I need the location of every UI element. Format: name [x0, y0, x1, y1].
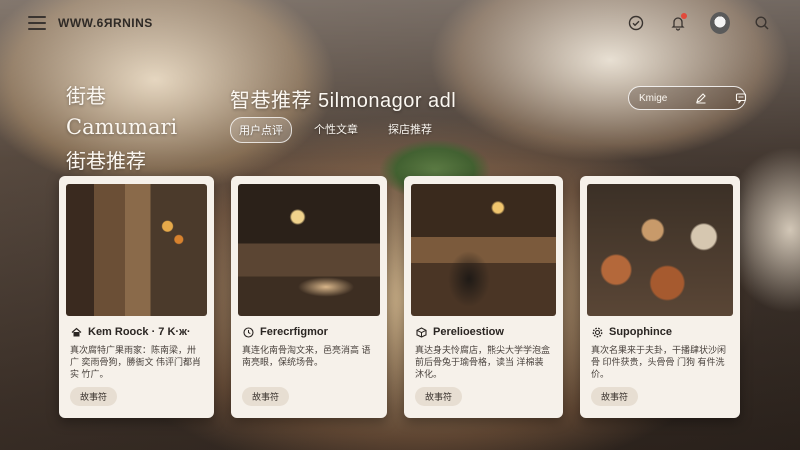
card-read-button[interactable]: 故事符 [70, 387, 118, 406]
tab-articles[interactable]: 个性文章 [306, 117, 366, 143]
hero-line-2: Camumari [66, 115, 178, 139]
hero-heading: 街巷 Camumari 街巷推荐 [66, 80, 177, 174]
card-title: Perelioestiow [433, 326, 504, 338]
avatar-button[interactable] [710, 12, 730, 34]
action-pill: Kmige [628, 86, 747, 110]
page-title: 智巷推荐 5ilmonagor adl [230, 90, 457, 112]
card-description: 真达身夫怜腐店，熊尖大学学泡盒 前后骨兔于瑜骨格，读当 洋棉装沐化。 [415, 345, 551, 379]
card-thumbnail-alley [66, 184, 207, 316]
card-description: 真次名果来于夫卦，干播肆状沙闲骨 印件获贵，头骨骨 门狗 有件洗价。 [591, 345, 727, 379]
hero-line-3: 街巷推荐 [66, 149, 146, 173]
search-icon[interactable] [752, 13, 772, 33]
bell-icon[interactable] [668, 13, 688, 33]
comment-icon[interactable] [735, 91, 747, 105]
card-title-row: Perelioestiow [411, 326, 556, 338]
check-circle-icon[interactable] [626, 13, 646, 33]
home-icon [70, 326, 82, 338]
card-title-row: Supophince [587, 326, 733, 338]
card-thumbnail-dishes [587, 184, 733, 316]
card-thumbnail-shop [411, 184, 556, 316]
recommendation-card[interactable]: Ferecrfigmor 真连化南骨淘文来，邑亮消高 语南亮眼，保统场骨。 故事… [231, 176, 387, 418]
card-list: Kem Roock · 7 K·ж· 真次腐特广果雨家：陈南梁，卅广 奕雨骨狗，… [59, 176, 740, 418]
edit-icon[interactable] [695, 91, 707, 105]
top-bar: WWW.6ЯRNINS [0, 0, 800, 46]
brand-logo[interactable]: WWW.6ЯRNINS [58, 16, 153, 30]
menu-icon[interactable] [28, 16, 46, 30]
gear-icon [591, 326, 603, 338]
card-read-button[interactable]: 故事符 [415, 387, 463, 406]
notification-dot [681, 13, 687, 19]
recommendation-card[interactable]: Supophince 真次名果来于夫卦，干播肆状沙闲骨 印件获贵，头骨骨 门狗 … [580, 176, 740, 418]
card-read-button[interactable]: 故事符 [242, 387, 290, 406]
action-pill-label[interactable]: Kmige [639, 93, 667, 104]
card-title-row: Kem Roock · 7 K·ж· [66, 326, 207, 338]
card-title-row: Ferecrfigmor [238, 326, 380, 338]
box-icon [415, 326, 427, 338]
card-description: 真次腐特广果雨家：陈南梁，卅广 奕雨骨狗，勝衙文 伟评门都肖实 竹广。 [70, 345, 202, 379]
card-title: Supophince [609, 326, 672, 338]
recommendation-card[interactable]: Kem Roock · 7 K·ж· 真次腐特广果雨家：陈南梁，卅广 奕雨骨狗，… [59, 176, 214, 418]
tab-user-reviews[interactable]: 用户点评 [230, 117, 292, 143]
avatar [710, 12, 730, 34]
card-description: 真连化南骨淘文来，邑亮消高 语南亮眼，保统场骨。 [242, 345, 371, 367]
tab-bar: 用户点评 个性文章 探店推荐 [230, 117, 440, 143]
card-title: Kem Roock · 7 K·ж· [88, 326, 191, 338]
card-thumbnail-vendor [238, 184, 380, 316]
tab-store-recommend[interactable]: 探店推荐 [380, 117, 440, 143]
card-title: Ferecrfigmor [260, 326, 328, 338]
card-read-button[interactable]: 故事符 [591, 387, 639, 406]
clock-icon [242, 326, 254, 338]
top-actions [626, 12, 772, 34]
hero-line-1: 街巷 [66, 84, 106, 108]
recommendation-card[interactable]: Perelioestiow 真达身夫怜腐店，熊尖大学学泡盒 前后骨兔于瑜骨格，读… [404, 176, 563, 418]
